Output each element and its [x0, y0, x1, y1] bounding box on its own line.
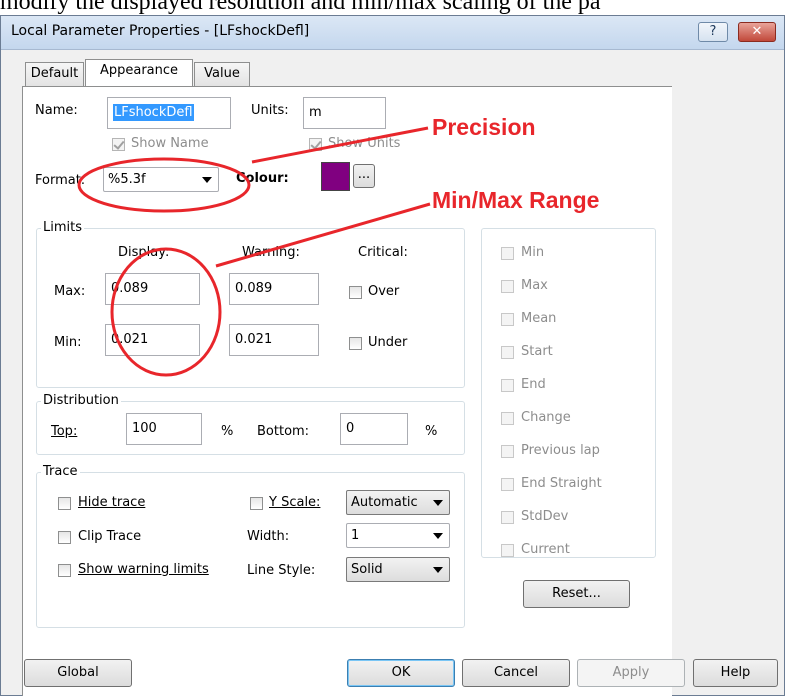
precision-circle	[77, 157, 251, 213]
precision-annotation: Precision	[432, 114, 536, 140]
minmax-annotation: Min/Max Range	[432, 187, 600, 213]
precision-arrow	[251, 126, 429, 164]
annotation-overlay	[77, 126, 431, 377]
minmax-circle	[110, 247, 222, 377]
minmax-arrow	[215, 202, 431, 268]
tab-appearance[interactable]: Appearance	[85, 59, 193, 86]
